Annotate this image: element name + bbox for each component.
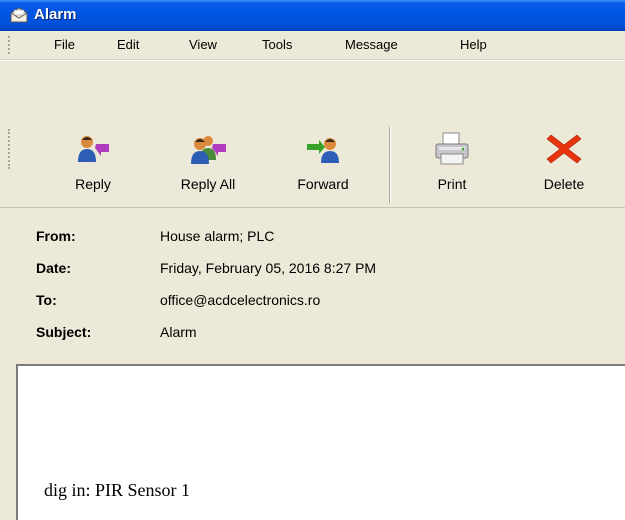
menu-view[interactable]: View [189,37,217,52]
reply-label: Reply [75,176,111,192]
date-value: Friday, February 05, 2016 8:27 PM [160,260,377,276]
to-value[interactable]: office@acdcelectronics.ro [160,292,320,308]
to-label: To: [36,292,57,308]
from-label: From: [36,228,76,244]
reply-button[interactable]: Reply [56,129,130,201]
forward-button[interactable]: Forward [278,129,368,201]
menu-file[interactable]: File [54,37,75,52]
toolbar-grip[interactable] [8,129,12,169]
print-button[interactable]: Print [420,129,484,201]
menu-help[interactable]: Help [460,37,487,52]
mail-window: Alarm File Edit View Tools Message Help … [0,0,625,520]
title-bar[interactable]: Alarm [0,0,625,31]
forward-icon [307,138,339,163]
envelope-icon [10,7,28,23]
printer-icon [435,132,469,165]
menu-bar: File Edit View Tools Message Help [0,31,625,60]
subject-row: Subject: Alarm [0,324,625,346]
reply-icon [78,136,109,162]
menu-message[interactable]: Message [345,37,398,52]
toolbar: Reply Reply All Forward Print Delete [0,60,625,207]
toolbar-separator [389,127,391,203]
from-row: From: House alarm; PLC [0,228,625,250]
delete-label: Delete [543,176,585,192]
to-row: To: office@acdcelectronics.ro [0,292,625,314]
menu-grip[interactable] [8,36,12,54]
window-title: Alarm [34,6,77,23]
print-label: Print [437,176,467,192]
message-text: dig in: PIR Sensor 1 [44,480,191,500]
from-value: House alarm; PLC [160,228,275,244]
reply-all-label: Reply All [180,176,236,192]
date-label: Date: [36,260,72,276]
message-header: From: House alarm; PLC Date: Friday, Feb… [0,207,625,361]
delete-x-icon [546,134,582,164]
reply-all-button[interactable]: Reply All [160,129,256,201]
delete-button[interactable]: Delete [528,129,600,201]
menu-edit[interactable]: Edit [117,37,139,52]
forward-label: Forward [297,176,349,192]
menu-tools[interactable]: Tools [262,37,292,52]
subject-value: Alarm [160,324,197,340]
date-row: Date: Friday, February 05, 2016 8:27 PM [0,260,625,282]
reply-all-icon [191,136,226,164]
message-body[interactable]: dig in: PIR Sensor 1 [16,364,625,520]
subject-label: Subject: [36,324,92,340]
